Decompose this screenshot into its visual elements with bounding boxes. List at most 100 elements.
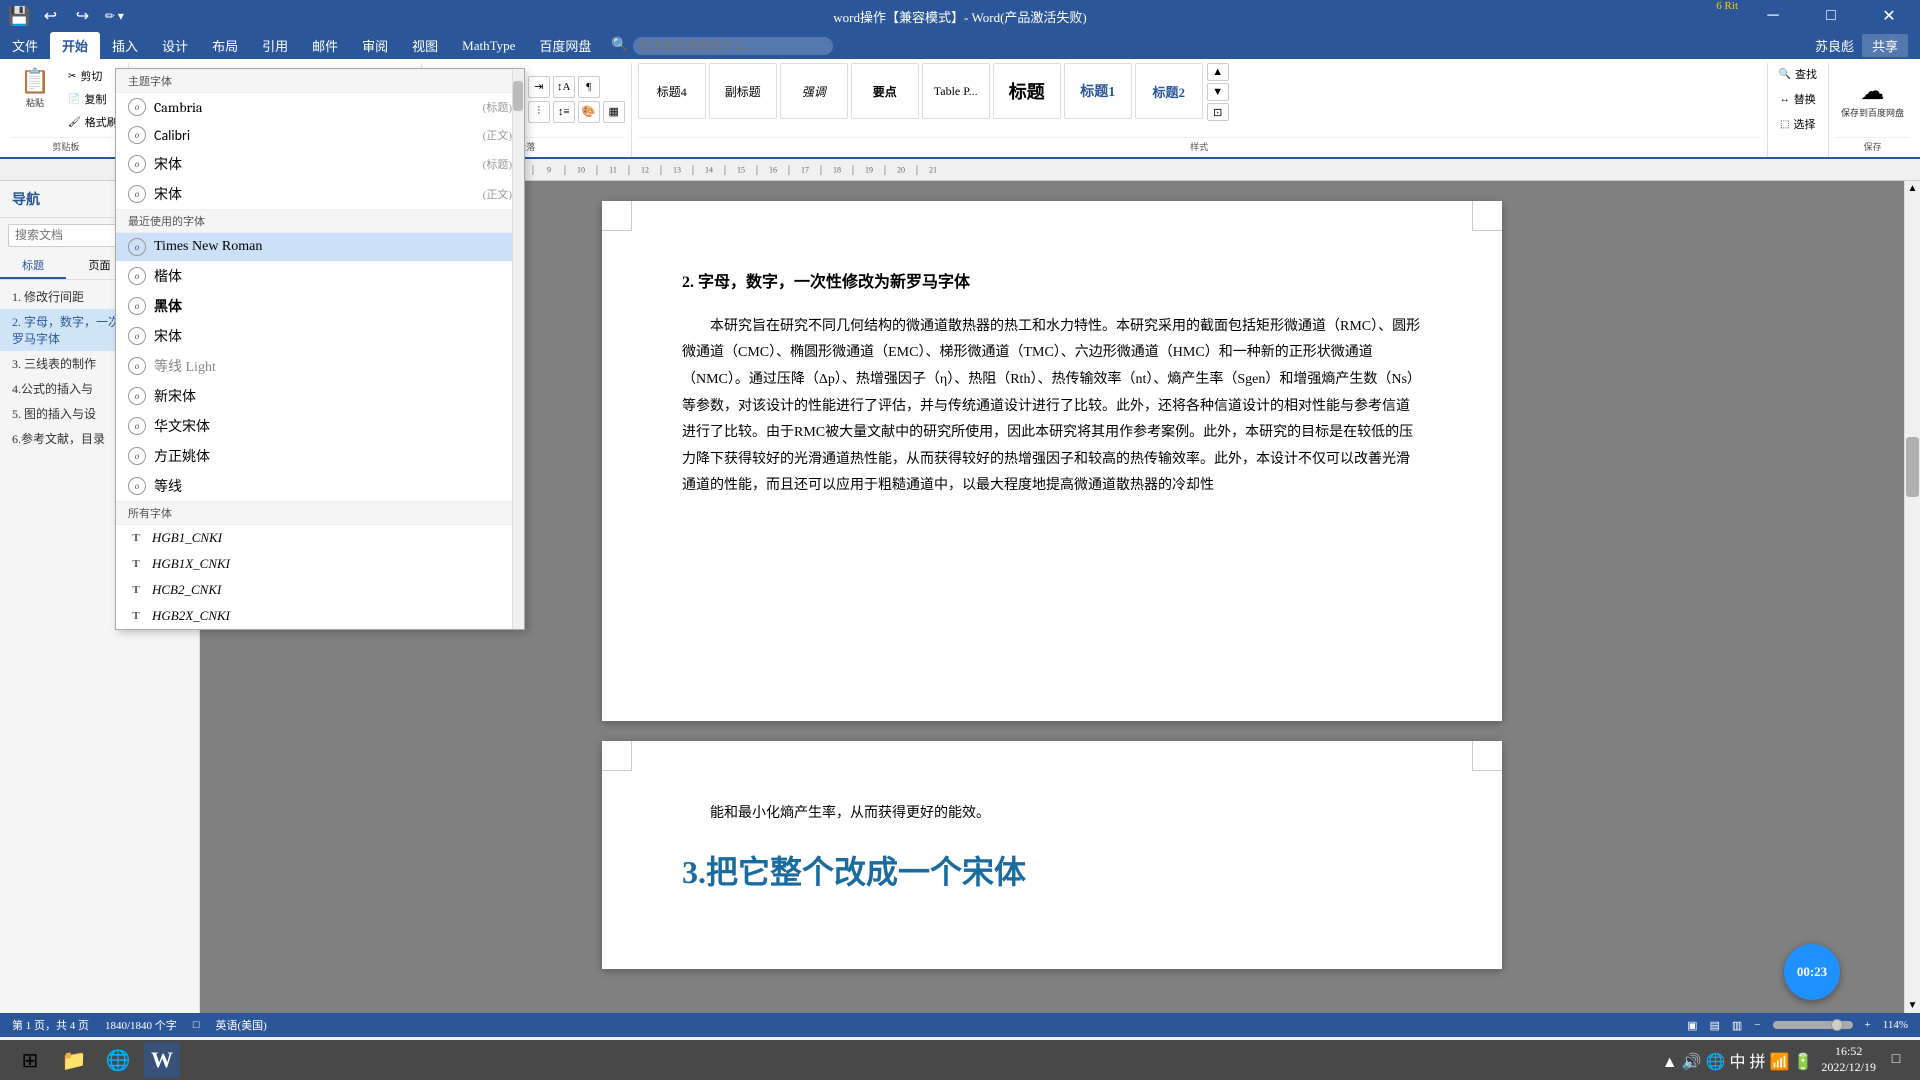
line-spacing-button[interactable]: ↕≡ [553, 101, 575, 123]
font-item-hgb2xcnki[interactable]: T HGB2X_CNKI [116, 603, 524, 629]
increase-indent-button[interactable]: ⇥ [528, 76, 550, 98]
notification-area[interactable]: □ [1884, 1048, 1908, 1072]
window-title: word操作【兼容模式】- Word(产品激活失败) [833, 7, 1087, 26]
font-item-songti[interactable]: o 宋体 [116, 321, 524, 351]
copy-button[interactable]: 📄 复制 [64, 89, 122, 109]
minimize-button[interactable]: ─ [1750, 0, 1796, 32]
tab-baidu[interactable]: 百度网盘 [527, 32, 603, 59]
format-painter-button[interactable]: 🖌 格式刷 [64, 112, 122, 132]
font-item-huawensongti[interactable]: o 华文宋体 [116, 411, 524, 441]
tab-view[interactable]: 视图 [400, 32, 450, 59]
style-scroll-up[interactable]: ▲ [1207, 63, 1229, 81]
style-table[interactable]: Table P... [922, 63, 990, 119]
select-icon: ⬚ [1780, 119, 1789, 130]
borders-button[interactable]: ▦ [603, 101, 625, 123]
document-page-2[interactable]: 能和最小化熵产生率，从而获得更好的能效。 3.把它整个改成一个宋体 [602, 741, 1502, 969]
style-heading4[interactable]: 标题4 [638, 63, 706, 119]
customize-button[interactable]: ✏ ▾ [100, 2, 128, 30]
app-icon: 💾 [8, 6, 30, 27]
ribbon-group-clipboard: 📋 粘贴 ✂ 剪切 📄 复制 🖌 [4, 63, 129, 157]
tab-home[interactable]: 开始 [50, 32, 100, 59]
view-normal-icon[interactable]: ▣ [1687, 1019, 1697, 1032]
view-web-icon[interactable]: ▥ [1732, 1019, 1742, 1032]
redo-button[interactable]: ↪ [68, 2, 96, 30]
font-scrollbar-thumb[interactable] [513, 81, 523, 111]
vertical-scrollbar[interactable]: ▲ ▼ [1904, 181, 1920, 1013]
tab-insert[interactable]: 插入 [100, 32, 150, 59]
font-item-heiti[interactable]: o 黑体 [116, 291, 524, 321]
quick-access-area: 💾 ↩ ↪ ✏ ▾ [8, 2, 128, 30]
close-button[interactable]: ✕ [1866, 0, 1912, 32]
zoom-level: 114% [1883, 1019, 1908, 1031]
undo-button[interactable]: ↩ [36, 2, 64, 30]
font-name: 等线 [154, 476, 182, 496]
select-button[interactable]: ⬚ 选择 [1775, 113, 1820, 135]
show-marks-button[interactable]: ¶ [578, 76, 600, 98]
scroll-down-button[interactable]: ▼ [1905, 998, 1920, 1013]
view-reading-icon[interactable]: ▤ [1709, 1019, 1719, 1032]
cut-button[interactable]: ✂ 剪切 [64, 66, 122, 86]
zoom-bar[interactable] [1773, 1021, 1853, 1029]
zoom-out-button[interactable]: − [1754, 1019, 1760, 1031]
style-important[interactable]: 要点 [851, 63, 919, 119]
font-name: HGB1_CNKI [152, 530, 222, 546]
browser-button[interactable]: 🌐 [100, 1042, 136, 1078]
style-title[interactable]: 标题 [993, 63, 1061, 119]
font-item-songti-title[interactable]: o 宋体 (标题) [116, 149, 524, 179]
shading-button[interactable]: 🎨 [578, 101, 600, 123]
document-page[interactable]: 2. 字母，数字，一次性修改为新罗马字体 本研究旨在研究不同几何结构的微通道散热… [602, 201, 1502, 721]
start-button[interactable]: ⊞ [12, 1042, 48, 1078]
tab-references[interactable]: 引用 [250, 32, 300, 59]
tab-review[interactable]: 审阅 [350, 32, 400, 59]
font-item-calibri[interactable]: o Calibri (正文) [116, 121, 524, 149]
style-heading1[interactable]: 标题1 [1064, 63, 1132, 119]
paste-button[interactable]: 📋 粘贴 [10, 66, 60, 132]
font-item-hcb2cnki[interactable]: T HCB2_CNKI [116, 577, 524, 603]
zoom-slider-thumb[interactable] [1831, 1019, 1843, 1031]
font-type-icon: T [128, 610, 144, 622]
tab-mailings[interactable]: 邮件 [300, 32, 350, 59]
font-item-dengxian[interactable]: o 等线 [116, 471, 524, 501]
word-taskbar-button[interactable]: W [144, 1042, 180, 1078]
font-item-times-new-roman[interactable]: o Times New Roman [116, 233, 524, 261]
tab-design[interactable]: 设计 [150, 32, 200, 59]
scroll-up-button[interactable]: ▲ [1905, 181, 1920, 196]
font-dropdown-scrollbar[interactable] [512, 69, 524, 629]
font-item-songti-body[interactable]: o 宋体 (正文) [116, 179, 524, 209]
font-item-cambria[interactable]: o Cambria (标题) [116, 93, 524, 121]
font-item-fangzhengti[interactable]: o 方正姚体 [116, 441, 524, 471]
find-button[interactable]: 🔍 查找 [1774, 63, 1822, 85]
font-icon: o [128, 98, 146, 116]
tab-layout[interactable]: 布局 [200, 32, 250, 59]
font-item-xinsongti[interactable]: o 新宋体 [116, 381, 524, 411]
page-corner-bl [602, 741, 632, 771]
maximize-button[interactable]: □ [1808, 0, 1854, 32]
font-item-hgb1cnki[interactable]: T HGB1_CNKI [116, 525, 524, 551]
copy-icon: 📄 [68, 94, 80, 105]
replace-button[interactable]: ↔ 替换 [1775, 88, 1821, 110]
share-button[interactable]: 共享 [1862, 34, 1908, 57]
font-item-hgb1xcnki[interactable]: T HGB1X_CNKI [116, 551, 524, 577]
font-icon: o [128, 447, 146, 465]
ribbon-search-input[interactable] [633, 37, 833, 55]
font-item-dengxian-light[interactable]: o 等线 Light [116, 351, 524, 381]
save-baidu-button[interactable]: ☁ 保存到百度网盘 [1835, 76, 1910, 123]
style-scroll-down[interactable]: ▼ [1207, 83, 1229, 101]
zoom-in-button[interactable]: + [1865, 1019, 1871, 1031]
font-item-kaiti[interactable]: o 楷体 [116, 261, 524, 291]
scroll-thumb[interactable] [1906, 437, 1919, 497]
font-name: 宋体 [154, 326, 182, 346]
tab-file[interactable]: 文件 [0, 32, 50, 59]
recent-fonts-header: 最近使用的字体 [116, 209, 524, 233]
nav-tab-headings[interactable]: 标题 [0, 253, 66, 279]
window-controls: 6 Rit ─ □ ✕ [1716, 0, 1912, 32]
columns-button[interactable]: ⫶ [528, 101, 550, 123]
tab-mathtype[interactable]: MathType [450, 34, 527, 58]
style-emphasis[interactable]: 强调 [780, 63, 848, 119]
font-dropdown: 主题字体 o Cambria (标题) o Calibri (正文) o 宋体 … [115, 68, 525, 630]
style-subtitle[interactable]: 副标题 [709, 63, 777, 119]
sort-button[interactable]: ↕A [553, 76, 575, 98]
style-heading2[interactable]: 标题2 [1135, 63, 1203, 119]
file-explorer-button[interactable]: 📁 [56, 1042, 92, 1078]
style-expand[interactable]: ⊡ [1207, 103, 1229, 121]
